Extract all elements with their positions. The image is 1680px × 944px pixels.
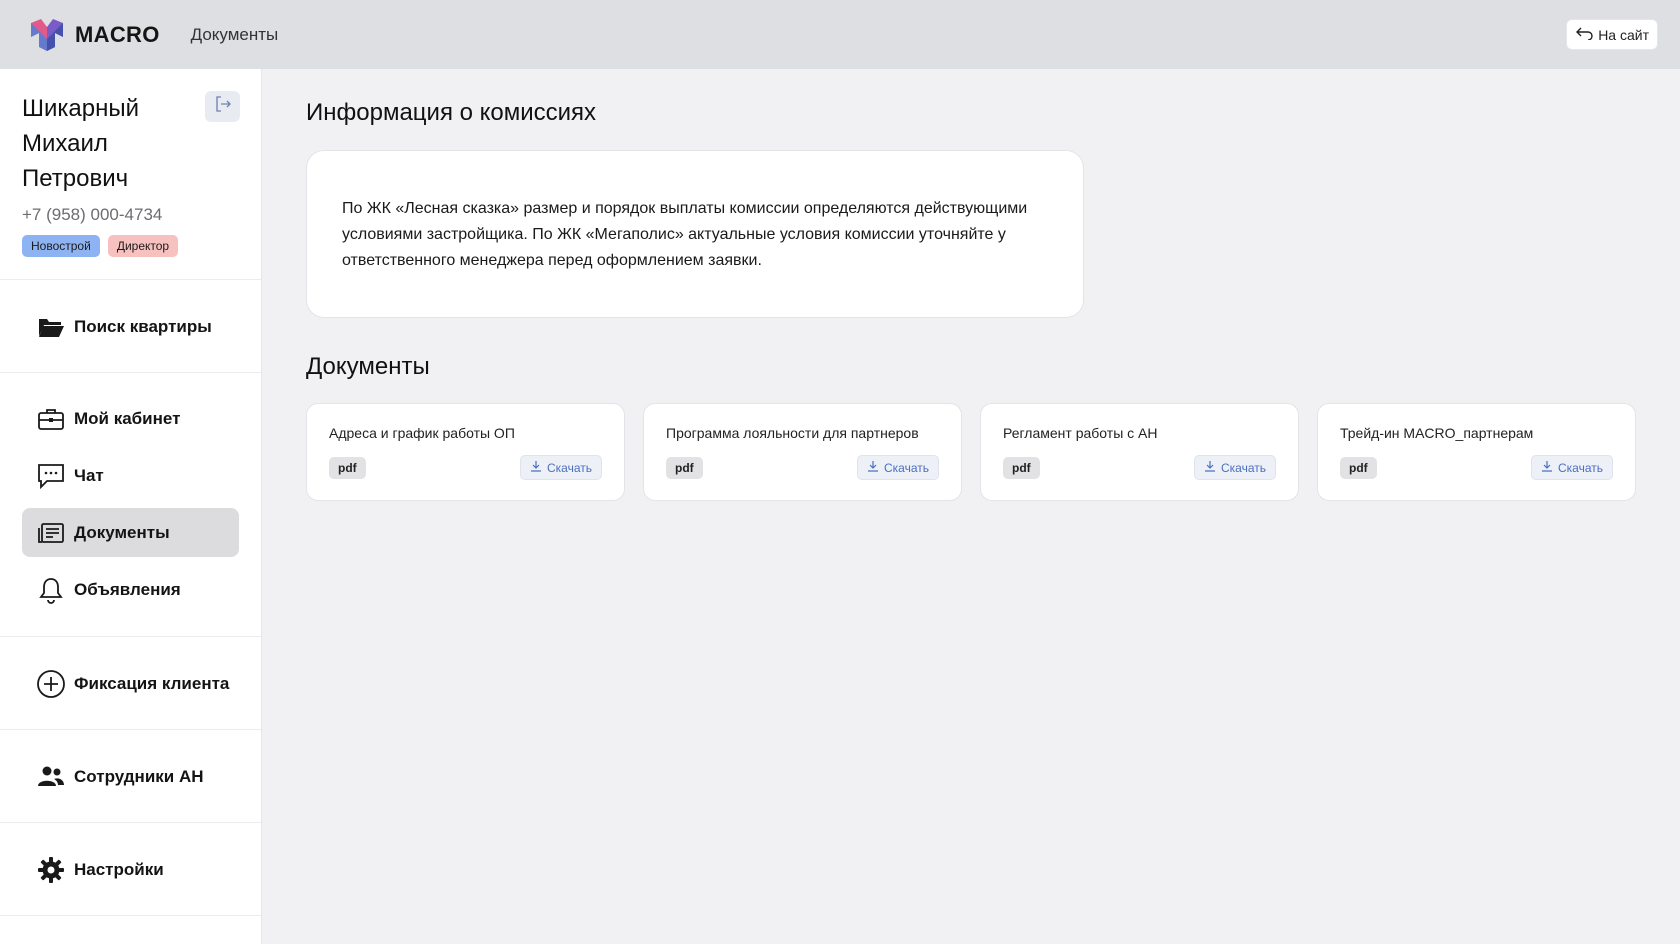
document-card: Программа лояльности для партнеров pdf С… bbox=[643, 403, 962, 501]
download-label: Скачать bbox=[1558, 460, 1603, 475]
sidebar-item-cabinet[interactable]: Мой кабинет bbox=[22, 394, 239, 443]
to-site-label: На сайт bbox=[1598, 26, 1649, 43]
to-site-button[interactable]: На сайт bbox=[1566, 19, 1658, 50]
sidebar-item-label: Мой кабинет bbox=[74, 408, 181, 428]
user-name-line: Михаил bbox=[22, 130, 108, 157]
user-phone: +7 (958) 000-4734 bbox=[22, 205, 163, 224]
nav-group-settings: Настройки bbox=[0, 823, 261, 916]
download-button[interactable]: Скачать bbox=[1531, 455, 1613, 480]
sidebar-item-chat[interactable]: Чат bbox=[22, 451, 239, 500]
document-title: Программа лояльности для партнеров bbox=[666, 425, 919, 441]
status-badge: Директор bbox=[107, 235, 179, 257]
document-title: Трейд-ин MACRO_партнерам bbox=[1340, 425, 1534, 441]
plus-circle-icon bbox=[36, 669, 66, 699]
file-type-badge: pdf bbox=[666, 456, 703, 479]
chat-bubble-icon bbox=[36, 461, 66, 491]
logo-text: MACRO bbox=[75, 21, 160, 47]
nav-group-main: Мой кабинет Чат Документы Объявления bbox=[0, 373, 261, 637]
download-icon bbox=[530, 460, 547, 475]
sidebar-item-documents[interactable]: Документы bbox=[22, 508, 239, 557]
download-label: Скачать bbox=[1221, 460, 1266, 475]
nav-group-client: Фиксация клиента bbox=[0, 637, 261, 730]
logout-button[interactable] bbox=[205, 91, 240, 122]
sidebar-item-announcements[interactable]: Объявления bbox=[22, 565, 239, 614]
sidebar-item-staff[interactable]: Сотрудники АН bbox=[22, 752, 239, 801]
download-icon bbox=[1204, 460, 1221, 475]
user-name-line: Шикарный bbox=[22, 95, 140, 122]
documents-title: Документы bbox=[306, 353, 430, 380]
sidebar-item-client-fix[interactable]: Фиксация клиента bbox=[22, 659, 239, 708]
document-card: Регламент работы с АН pdf Скачать bbox=[980, 403, 1299, 501]
download-button[interactable]: Скачать bbox=[857, 455, 939, 480]
sidebar-item-settings[interactable]: Настройки bbox=[22, 845, 239, 894]
file-type-badge: pdf bbox=[1003, 456, 1040, 479]
file-type-badge: pdf bbox=[1340, 456, 1377, 479]
sidebar-item-label: Настройки bbox=[74, 859, 164, 879]
sidebar-item-label: Документы bbox=[74, 522, 170, 542]
logo[interactable]: MACRO bbox=[29, 18, 160, 51]
download-button[interactable]: Скачать bbox=[1194, 455, 1276, 480]
document-card: Трейд-ин MACRO_партнерам pdf Скачать bbox=[1317, 403, 1636, 501]
briefcase-icon bbox=[36, 404, 66, 434]
return-arrow-icon bbox=[1575, 26, 1598, 43]
file-type-badge: pdf bbox=[329, 456, 366, 479]
download-icon bbox=[1541, 460, 1558, 475]
commission-text: По ЖК «Лесная сказка» размер и порядок в… bbox=[342, 200, 1028, 269]
document-title: Регламент работы с АН bbox=[1003, 425, 1158, 441]
sidebar: Шикарный Михаил Петрович +7 (958) 000-47… bbox=[0, 69, 262, 944]
user-name: Шикарный Михаил Петрович bbox=[22, 91, 182, 196]
document-title: Адреса и график работы ОП bbox=[329, 425, 515, 441]
download-icon bbox=[867, 460, 884, 475]
sidebar-item-label: Объявления bbox=[74, 579, 181, 599]
users-icon bbox=[36, 762, 66, 792]
folder-open-icon bbox=[36, 312, 66, 342]
sidebar-item-label: Чат bbox=[74, 465, 104, 485]
download-label: Скачать bbox=[547, 460, 592, 475]
logout-icon bbox=[214, 95, 232, 118]
main-content: Информация о комиссиях По ЖК «Лесная ска… bbox=[306, 69, 1636, 501]
document-card: Адреса и график работы ОП pdf Скачать bbox=[306, 403, 625, 501]
status-badge: Новострой bbox=[22, 235, 100, 257]
user-name-line: Петрович bbox=[22, 165, 129, 192]
sidebar-item-label: Фиксация клиента bbox=[74, 673, 230, 693]
sidebar-item-label: Поиск квартиры bbox=[74, 316, 212, 336]
nav-group-search: Поиск квартиры bbox=[0, 280, 261, 373]
profile-block: Шикарный Михаил Петрович +7 (958) 000-47… bbox=[0, 69, 261, 280]
gear-icon bbox=[36, 855, 66, 885]
document-list-icon bbox=[36, 518, 66, 548]
sidebar-item-label: Сотрудники АН bbox=[74, 766, 204, 786]
breadcrumb: Документы bbox=[190, 24, 279, 44]
top-bar: MACRO Документы На сайт bbox=[0, 0, 1680, 69]
nav-group-staff: Сотрудники АН bbox=[0, 730, 261, 823]
macro-logo-icon bbox=[29, 18, 65, 51]
commission-title: Информация о комиссиях bbox=[306, 99, 597, 126]
download-label: Скачать bbox=[884, 460, 929, 475]
documents-list: Адреса и график работы ОП pdf Скачать Пр… bbox=[306, 403, 1636, 501]
sidebar-item-search[interactable]: Поиск квартиры bbox=[22, 302, 239, 351]
role-badges: Новострой Директор bbox=[22, 235, 239, 257]
commission-info-card: По ЖК «Лесная сказка» размер и порядок в… bbox=[306, 150, 1084, 318]
download-button[interactable]: Скачать bbox=[520, 455, 602, 480]
bell-icon bbox=[36, 575, 66, 605]
